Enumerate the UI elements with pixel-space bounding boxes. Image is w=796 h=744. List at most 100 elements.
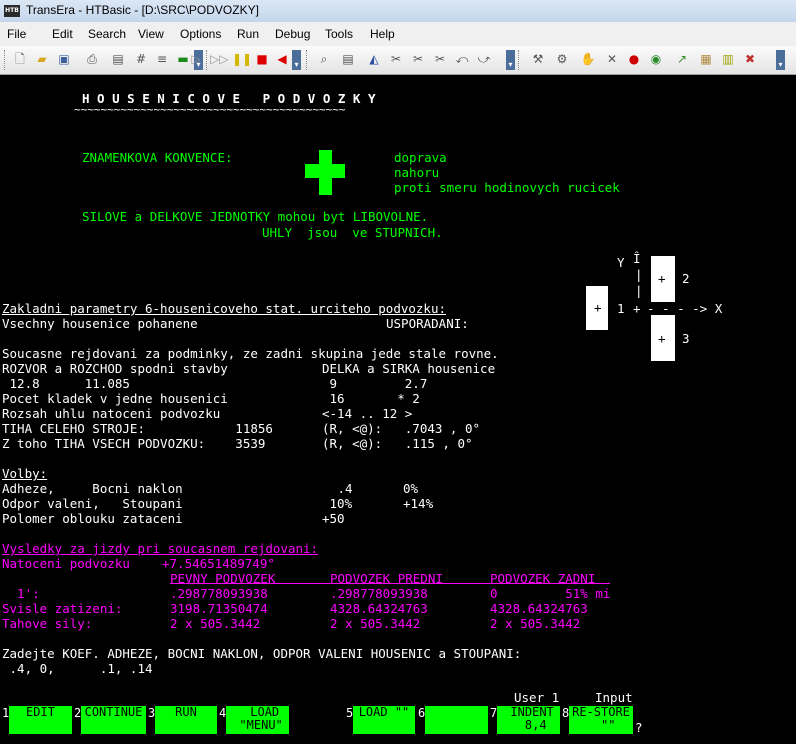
softkey-indent[interactable]: INDENT 8,4 (497, 706, 560, 734)
param-value: (R, <@): .115 , 0° (322, 436, 473, 451)
softkey-edit[interactable]: EDIT (9, 706, 72, 734)
tools-icon[interactable]: ⚒ (530, 51, 546, 67)
param-label: TIHA CELEHO STROJE: 11856 (2, 421, 273, 436)
redo-icon[interactable]: ⤻ (476, 51, 492, 67)
param-label: Soucasne rejdovani za podminky, ze zadni… (2, 346, 499, 361)
exit-icon[interactable]: ✖ (742, 51, 758, 67)
param-label: Z toho TIHA VSECH PODVOZKU: 3539 (2, 436, 266, 451)
undo-icon[interactable]: ⤺ (454, 51, 470, 67)
pause-icon[interactable]: ❚❚ (232, 51, 252, 67)
param-value: 9 2.7 (322, 376, 428, 391)
back-icon[interactable]: ◀ (274, 51, 290, 67)
htbasic-app-icon[interactable]: HTB (4, 5, 20, 17)
delete-icon[interactable]: ✕ (604, 51, 620, 67)
refresh-icon[interactable]: ◉ (648, 51, 664, 67)
menu-search[interactable]: Search (88, 27, 126, 41)
results-cell: .298778093938 (330, 586, 428, 601)
softkey-load-menu[interactable]: LOAD "MENU" (226, 706, 289, 734)
softkey-continue[interactable]: CONTINUE (81, 706, 146, 734)
option-label: Adheze, Bocni naklon (2, 481, 183, 496)
hash-icon[interactable]: # (133, 51, 149, 67)
menu-bar: File Edit Search View Options Run Debug … (0, 22, 796, 46)
toolbar-overflow-2[interactable]: ▾ (292, 50, 301, 70)
copy-icon[interactable]: ✂ (410, 51, 426, 67)
open-folder-icon[interactable]: ▰ (34, 51, 50, 67)
find-icon[interactable]: ⌕ (316, 51, 332, 67)
menu-help[interactable]: Help (370, 27, 395, 41)
toolbar-overflow-4[interactable]: ▾ (776, 50, 785, 70)
status-user: User 1 (514, 690, 560, 705)
replace-icon[interactable]: ◭ (366, 51, 382, 67)
param-label: 12.8 11.085 (2, 376, 130, 391)
step-icon[interactable]: ▷ (188, 51, 204, 67)
option-value: 0% (403, 481, 419, 496)
menu-file[interactable]: File (7, 27, 26, 41)
export-icon[interactable]: ↗ (674, 51, 690, 67)
results-cell: 2 x 505.3442 (170, 616, 261, 631)
rotation-label: Natoceni podvozku (2, 556, 130, 571)
rotation-value: +7.54651489749° (162, 556, 275, 571)
softkey-run[interactable]: RUN (155, 706, 217, 734)
track-1-plus: + (594, 300, 602, 315)
input-prompt: Zadejte KOEF. ADHEZE, BOCNI NAKLON, ODPO… (2, 646, 522, 661)
softkey-load[interactable]: LOAD "" (353, 706, 415, 734)
convention-up: nahoru (394, 165, 440, 180)
param-label: Vsechny housenice pohanene (2, 316, 198, 331)
diagram-y-arrow: Î (633, 251, 641, 266)
toolbar-grip[interactable] (306, 50, 310, 70)
menu-tools[interactable]: Tools (325, 27, 353, 41)
list-icon[interactable]: ≡ (154, 51, 170, 67)
import-icon[interactable]: ▦ (698, 51, 714, 67)
param-label: Pocet kladek v jedne housenici (2, 391, 228, 406)
menu-options[interactable]: Options (180, 27, 221, 41)
params-title: Zakladni parametry 6-housenicoveho stat.… (2, 301, 447, 316)
softkey-6[interactable] (425, 706, 488, 734)
input-line[interactable]: .4, 0, .1, .14 (2, 661, 153, 676)
units-note: SILOVE a DELKOVE JEDNOTKY mohou byt LIBO… (82, 209, 429, 224)
paste-icon[interactable]: ✂ (432, 51, 448, 67)
results-row-label: Tahove sily: (2, 616, 93, 631)
save-icon[interactable]: ▣ (56, 51, 72, 67)
toolbar-grip[interactable] (518, 50, 522, 70)
softkey-re-store[interactable]: RE-STORE "" (569, 706, 633, 734)
stop-icon[interactable]: ■ (254, 51, 270, 67)
results-row-label: 1': (2, 586, 40, 601)
toolbar-overflow-3[interactable]: ▾ (506, 50, 515, 70)
find-next-icon[interactable]: ▤ (340, 51, 356, 67)
results-cell: 2 x 505.3442 (490, 616, 581, 631)
diagram-y-axis: | (635, 267, 643, 282)
param-label: ROZVOR a ROZCHOD spodni stavby (2, 361, 228, 376)
toolbar-grip[interactable] (4, 50, 8, 70)
menu-edit[interactable]: Edit (52, 27, 73, 41)
menu-run[interactable]: Run (237, 27, 259, 41)
options-title: Volby: (2, 466, 48, 481)
results-cell: 4328.64324763 (330, 601, 428, 616)
diagram-y-label: Y (617, 255, 625, 270)
param-label: Rozsah uhlu natoceni podvozku (2, 406, 221, 421)
menu-debug[interactable]: Debug (275, 27, 310, 41)
print-preview-icon[interactable]: ▤ (110, 51, 126, 67)
diagram-x-axis: - - - -> X (647, 301, 723, 316)
menu-view[interactable]: View (138, 27, 164, 41)
option-value: .4 (330, 481, 353, 496)
diagram-y-axis: | (635, 283, 643, 298)
results-title: Vysledky za jizdy pri soucasnem rejdovan… (2, 541, 319, 556)
angle-units-note: UHLY jsou ve STUPNICH. (262, 225, 443, 240)
option-label: Polomer oblouku zataceni (2, 511, 183, 526)
window-title: TransEra - HTBasic - [D:\SRC\PODVOZKY] (26, 3, 259, 17)
crt-output-screen: H O U S E N I C O V E P O D V O Z K Y ~~… (0, 75, 796, 744)
results-header-rule (170, 583, 610, 584)
param-value: DELKA a SIRKA housenice (322, 361, 496, 376)
diagram-origin: + (633, 301, 641, 316)
track-2-label: 2 (682, 271, 690, 286)
continue-icon[interactable]: ▷▷ (210, 51, 228, 67)
hand-icon[interactable]: ✋ (580, 51, 596, 67)
option-value: +14% (403, 496, 434, 511)
wrench-icon[interactable]: ⚙ (554, 51, 570, 67)
options-icon[interactable]: ▥ (720, 51, 736, 67)
results-cell: 2 x 505.3442 (330, 616, 421, 631)
record-icon[interactable]: ● (626, 51, 642, 67)
print-icon[interactable]: ⎙ (84, 51, 100, 67)
new-document-icon[interactable]: 🗋 (12, 51, 28, 67)
scissors-icon[interactable]: ✂ (388, 51, 404, 67)
